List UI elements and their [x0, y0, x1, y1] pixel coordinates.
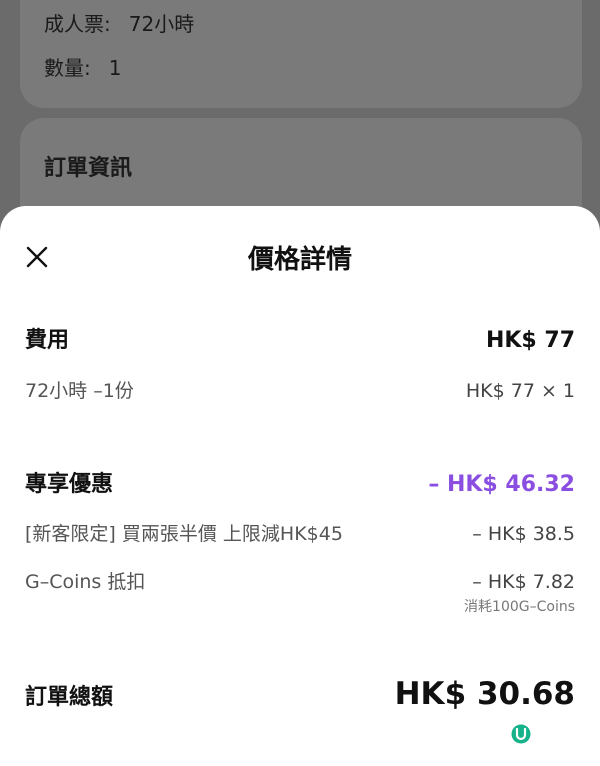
- watermark-logo-icon: [511, 724, 531, 744]
- quantity-value: 1: [108, 56, 122, 80]
- new-customer-discount-label: [新客限定] 買兩張半價 上限減HK$45: [25, 523, 343, 545]
- quantity-line: 數量: 1: [44, 52, 121, 81]
- fee-item-value: HK$ 77 × 1: [465, 380, 575, 402]
- fee-item-row: 72小時 –1份 HK$ 77 × 1: [25, 376, 575, 403]
- gcoins-discount-row: G–Coins 抵扣 – HK$ 7.82: [25, 567, 575, 594]
- price-details-sheet: 價格詳情 費用 HK$ 77 72小時 –1份 HK$ 77 × 1 專享優惠 …: [0, 206, 600, 766]
- total-amount: HK$ 30.68: [394, 676, 575, 712]
- total-row: 訂單總額 HK$ 30.68: [25, 676, 575, 712]
- gcoins-discount-label: G–Coins 抵扣: [25, 571, 146, 593]
- sheet-title: 價格詳情: [247, 245, 352, 275]
- quantity-label: 數量:: [44, 56, 91, 80]
- discount-amount: – HK$ 46.32: [428, 472, 575, 497]
- discount-label: 專享優惠: [25, 472, 114, 497]
- gcoins-discount-value: – HK$ 7.82: [472, 571, 575, 593]
- new-customer-discount-row: [新客限定] 買兩張半價 上限減HK$45 – HK$ 38.5: [25, 519, 575, 546]
- order-info-title: 訂單資訊: [44, 156, 133, 181]
- fee-item-label: 72小時 –1份: [25, 380, 134, 402]
- ticket-type-label: 成人票:: [44, 12, 111, 36]
- fee-label: 費用: [25, 328, 70, 353]
- discount-row: 專享優惠 – HK$ 46.32: [25, 466, 575, 498]
- fee-row: 費用 HK$ 77: [25, 322, 575, 354]
- total-label: 訂單總額: [25, 685, 114, 710]
- ticket-type-line: 成人票: 72小時: [44, 8, 194, 37]
- gcoins-consumed-note: 消耗100G–Coins: [464, 599, 575, 615]
- ticket-type-value: 72小時: [128, 12, 195, 36]
- fee-amount: HK$ 77: [485, 328, 575, 353]
- new-customer-discount-value: – HK$ 38.5: [472, 523, 575, 545]
